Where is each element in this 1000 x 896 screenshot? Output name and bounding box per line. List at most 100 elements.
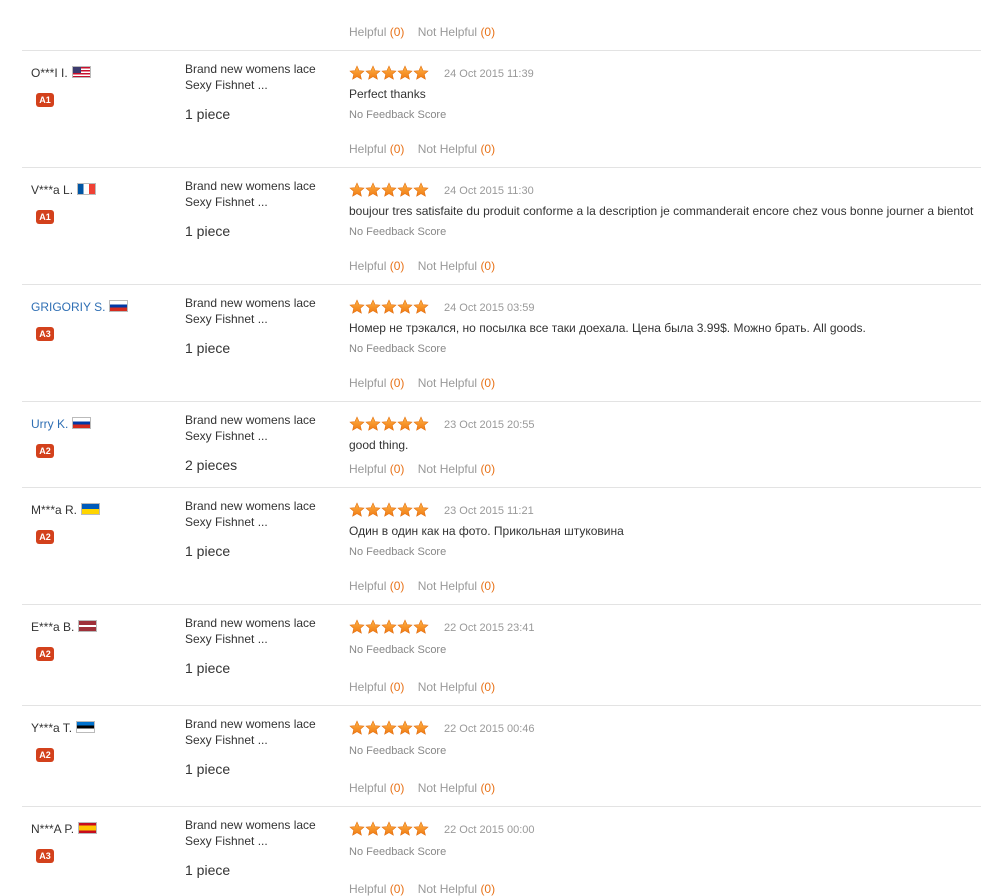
helpful-link[interactable]: Helpful (0): [349, 25, 404, 39]
country-flag-icon: [76, 721, 96, 733]
helpful-link[interactable]: Helpful (0): [349, 376, 404, 390]
not-helpful-link[interactable]: Not Helpful (0): [418, 462, 495, 476]
not-helpful-link[interactable]: Not Helpful (0): [418, 781, 495, 795]
not-helpful-link[interactable]: Not Helpful (0): [418, 680, 495, 694]
review-date: 24 Oct 2015 11:39: [444, 68, 534, 80]
star-icon: [349, 502, 365, 518]
star-icon: [381, 65, 397, 81]
feedback-score: No Feedback Score: [349, 745, 447, 757]
product-name: Brand new womens lace Sexy Fishnet ...: [185, 179, 316, 209]
quantity: 1 piece: [185, 660, 231, 676]
star-icon: [365, 65, 381, 81]
review-comment: good thing.: [349, 438, 409, 452]
rating-stars: [349, 720, 429, 736]
star-icon: [365, 502, 381, 518]
feedback-score: No Feedback Score: [349, 226, 447, 238]
reviewer-name[interactable]: GRIGORIY S.: [31, 300, 129, 314]
helpful-link[interactable]: Helpful (0): [349, 579, 404, 593]
helpful-row: Helpful (0) Not Helpful (0): [349, 882, 495, 896]
country-flag-icon: [78, 620, 98, 632]
helpful-link[interactable]: Helpful (0): [349, 142, 404, 156]
rating-stars: [349, 416, 429, 432]
review-date: 22 Oct 2015 23:41: [444, 622, 535, 634]
quantity: 2 pieces: [185, 457, 238, 473]
rating-stars: [349, 65, 429, 81]
star-icon: [349, 619, 365, 635]
buyer-level-badge: A1: [36, 93, 54, 107]
helpful-link[interactable]: Helpful (0): [349, 462, 404, 476]
review-date: 23 Oct 2015 20:55: [444, 419, 535, 431]
helpful-link[interactable]: Helpful (0): [349, 259, 404, 273]
rating-stars: [349, 502, 429, 518]
star-icon: [365, 619, 381, 635]
reviewer-name: O***I I.: [31, 66, 91, 80]
buyer-level-badge: A3: [36, 327, 54, 341]
helpful-row: Helpful (0) Not Helpful (0): [349, 781, 495, 795]
feedback-score: No Feedback Score: [349, 846, 447, 858]
rating-stars: [349, 299, 429, 315]
not-helpful-link[interactable]: Not Helpful (0): [418, 376, 495, 390]
rating-stars: [349, 182, 429, 198]
rating-stars: [349, 619, 429, 635]
buyer-level-badge: A2: [36, 530, 54, 544]
star-icon: [397, 720, 413, 736]
star-icon: [349, 821, 365, 837]
not-helpful-link[interactable]: Not Helpful (0): [418, 579, 495, 593]
helpful-row: Helpful (0) Not Helpful (0): [349, 680, 495, 694]
not-helpful-link[interactable]: Not Helpful (0): [418, 25, 495, 39]
helpful-row: Helpful (0) Not Helpful (0): [349, 142, 495, 156]
star-icon: [381, 299, 397, 315]
review-date: 24 Oct 2015 11:30: [444, 185, 534, 197]
row-divider: [22, 487, 981, 488]
star-icon: [397, 502, 413, 518]
product-name: Brand new womens lace Sexy Fishnet ...: [185, 62, 316, 92]
country-flag-icon: [109, 300, 129, 312]
star-icon: [349, 299, 365, 315]
star-icon: [397, 416, 413, 432]
quantity: 1 piece: [185, 862, 231, 878]
feedback-score: No Feedback Score: [349, 546, 447, 558]
feedback-score: No Feedback Score: [349, 343, 447, 355]
row-divider: [22, 284, 981, 285]
star-icon: [365, 182, 381, 198]
review-date: 22 Oct 2015 00:00: [444, 824, 535, 836]
country-flag-icon: [71, 66, 91, 78]
country-flag-icon: [78, 822, 98, 834]
product-name: Brand new womens lace Sexy Fishnet ...: [185, 296, 316, 326]
star-icon: [381, 502, 397, 518]
star-icon: [413, 299, 429, 315]
review-date: 23 Oct 2015 11:21: [444, 505, 534, 517]
product-name: Brand new womens lace Sexy Fishnet ...: [185, 616, 316, 646]
review-comment: boujour tres satisfaite du produit confo…: [349, 204, 974, 218]
helpful-row: Helpful (0) Not Helpful (0): [349, 462, 495, 476]
star-icon: [349, 182, 365, 198]
quantity: 1 piece: [185, 761, 231, 777]
buyer-level-badge: A2: [36, 748, 54, 762]
star-icon: [381, 416, 397, 432]
star-icon: [413, 619, 429, 635]
star-icon: [397, 65, 413, 81]
helpful-link[interactable]: Helpful (0): [349, 882, 404, 896]
reviewer-name: M***a R.: [31, 503, 101, 517]
not-helpful-link[interactable]: Not Helpful (0): [418, 142, 495, 156]
review-date: 22 Oct 2015 00:46: [444, 723, 535, 735]
star-icon: [381, 821, 397, 837]
reviewer-name[interactable]: Urry K.: [31, 417, 92, 431]
helpful-link[interactable]: Helpful (0): [349, 781, 404, 795]
not-helpful-link[interactable]: Not Helpful (0): [418, 882, 495, 896]
not-helpful-link[interactable]: Not Helpful (0): [418, 259, 495, 273]
buyer-level-badge: A2: [36, 444, 54, 458]
star-icon: [397, 821, 413, 837]
reviewer-name: N***A P.: [31, 822, 98, 836]
product-name: Brand new womens lace Sexy Fishnet ...: [185, 717, 316, 747]
helpful-row: Helpful (0) Not Helpful (0): [349, 376, 495, 390]
star-icon: [413, 502, 429, 518]
star-icon: [381, 182, 397, 198]
row-divider: [22, 50, 981, 51]
star-icon: [365, 299, 381, 315]
country-flag-icon: [81, 503, 101, 515]
star-icon: [397, 619, 413, 635]
product-name: Brand new womens lace Sexy Fishnet ...: [185, 413, 316, 443]
star-icon: [413, 65, 429, 81]
helpful-link[interactable]: Helpful (0): [349, 680, 404, 694]
